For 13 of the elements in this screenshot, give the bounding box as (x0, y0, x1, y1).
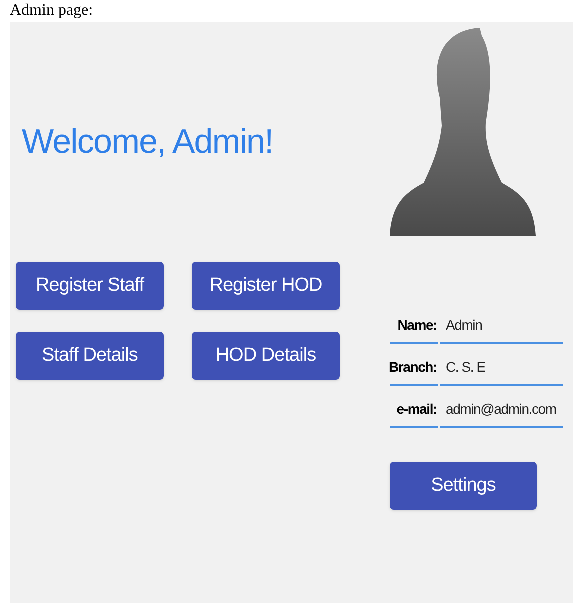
field-label: e-mail: (390, 392, 438, 428)
field-value: admin@admin.com (440, 392, 563, 428)
settings-button[interactable]: Settings (390, 462, 537, 510)
field-label: Name: (390, 308, 438, 344)
field-value: C. S. E (440, 350, 563, 386)
field-value: Admin (440, 308, 563, 344)
action-button[interactable]: Register HOD (192, 262, 340, 310)
action-button[interactable]: HOD Details (192, 332, 340, 380)
field-label: Branch: (390, 350, 438, 386)
page-caption: Admin page: (10, 3, 94, 19)
welcome-heading: Welcome, Admin! (22, 122, 274, 162)
action-button[interactable]: Register Staff (16, 262, 164, 310)
action-button[interactable]: Staff Details (16, 332, 164, 380)
